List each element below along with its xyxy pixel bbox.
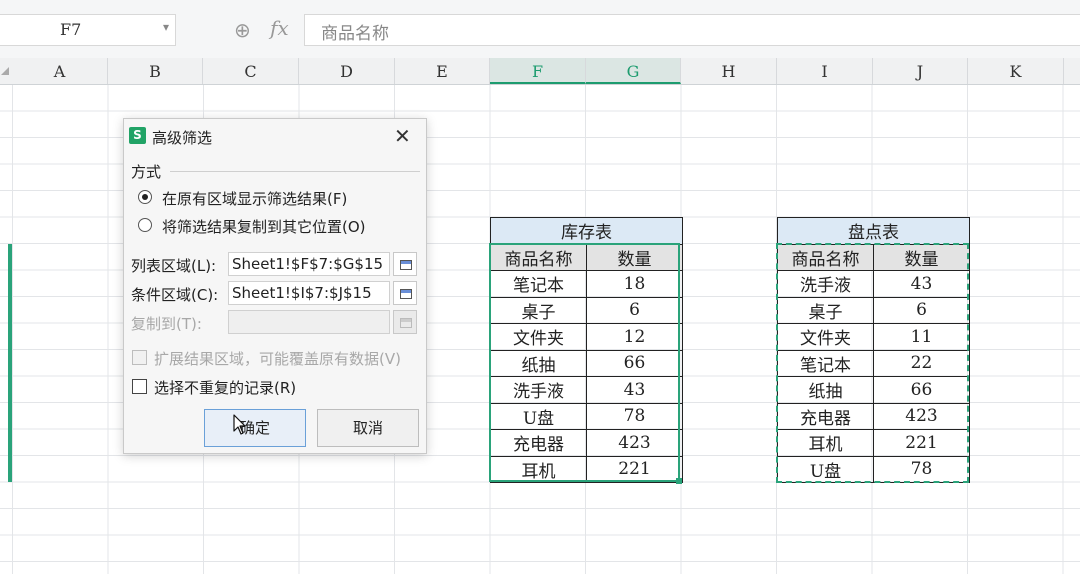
- criteria-range-input[interactable]: Sheet1!$I$7:$J$15: [228, 281, 390, 305]
- unique-records-label[interactable]: 选择不重复的记录(R): [154, 377, 296, 398]
- fill-handle[interactable]: [676, 478, 682, 484]
- inventory-caption[interactable]: 库存表: [490, 217, 683, 245]
- list-range-label: 列表区域(L):: [131, 257, 217, 275]
- criteria-range-marquee: [776, 243, 969, 483]
- column-header-k[interactable]: K: [968, 58, 1064, 84]
- extend-range-label: 扩展结果区域，可能覆盖原有数据(V): [154, 350, 401, 368]
- chevron-down-icon[interactable]: ▾: [163, 20, 169, 34]
- dialog-title-bar[interactable]: S 高级筛选 ✕: [124, 119, 426, 153]
- count-caption[interactable]: 盘点表: [777, 217, 970, 245]
- column-header-bar: A B C D E F G H I J K: [0, 58, 1080, 85]
- cancel-button[interactable]: 取消: [317, 409, 419, 447]
- selection-range-border: [489, 243, 682, 484]
- column-header-d[interactable]: D: [299, 58, 395, 84]
- name-box[interactable]: F7 ▾: [0, 14, 176, 46]
- formula-bar: F7 ▾ ⊕ fx 商品名称: [0, 0, 1080, 58]
- column-header-a[interactable]: A: [12, 58, 108, 84]
- range-picker-icon[interactable]: [393, 252, 417, 276]
- list-range-input[interactable]: Sheet1!$F$7:$G$15: [228, 252, 390, 276]
- mouse-cursor-icon: [233, 414, 246, 435]
- mode-group-label: 方式: [131, 163, 162, 181]
- dialog-title: 高级筛选: [152, 129, 213, 147]
- radio-copy[interactable]: [138, 218, 152, 232]
- ok-button[interactable]: 确定: [204, 409, 306, 447]
- range-picker-icon[interactable]: [393, 281, 417, 305]
- copy-to-input: [228, 310, 390, 334]
- column-header-h[interactable]: H: [681, 58, 777, 84]
- column-header-g[interactable]: G: [586, 58, 681, 84]
- advanced-filter-dialog: S 高级筛选 ✕ 方式 在原有区域显示筛选结果(F) 将筛选结果复制到其它位置(…: [123, 118, 427, 454]
- column-header-j[interactable]: J: [873, 58, 968, 84]
- column-header-b[interactable]: B: [108, 58, 203, 84]
- column-header-c[interactable]: C: [203, 58, 299, 84]
- group-divider: [170, 171, 420, 172]
- radio-copy-label[interactable]: 将筛选结果复制到其它位置(O): [162, 216, 366, 237]
- column-header-i[interactable]: I: [777, 58, 873, 84]
- corner-triangle-icon: [1, 67, 9, 75]
- selected-rows-indicator: [8, 244, 12, 482]
- function-icon[interactable]: fx: [270, 16, 289, 40]
- range-picker-icon: [393, 310, 417, 334]
- column-header-f[interactable]: F: [490, 58, 586, 84]
- extend-range-checkbox: [132, 350, 147, 365]
- formula-input[interactable]: 商品名称: [304, 14, 1080, 46]
- zoom-icon[interactable]: ⊕: [234, 18, 251, 42]
- column-header-e[interactable]: E: [395, 58, 490, 84]
- radio-inplace-label[interactable]: 在原有区域显示筛选结果(F): [162, 188, 347, 209]
- copy-to-label: 复制到(T):: [131, 315, 202, 333]
- unique-records-checkbox[interactable]: [132, 379, 147, 394]
- formula-content: 商品名称: [321, 24, 389, 44]
- criteria-range-label: 条件区域(C):: [131, 286, 219, 304]
- cell-reference: F7: [60, 20, 82, 39]
- app-logo-icon: S: [129, 127, 146, 144]
- select-all-corner[interactable]: [0, 58, 12, 85]
- close-icon[interactable]: ✕: [394, 124, 411, 148]
- radio-inplace[interactable]: [138, 190, 152, 204]
